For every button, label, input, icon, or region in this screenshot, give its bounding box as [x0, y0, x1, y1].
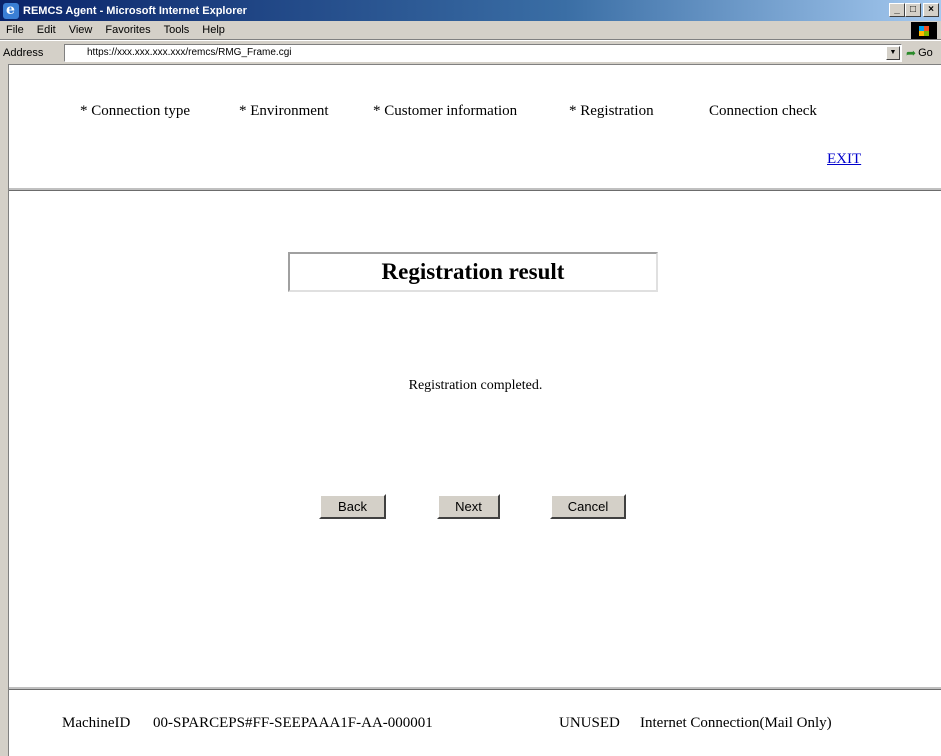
maximize-button[interactable]: □ — [905, 3, 921, 17]
step-registration: * Registration — [569, 103, 654, 119]
page-content: * Connection type * Environment * Custom… — [8, 64, 941, 756]
address-bar: Address https://xxx.xxx.xxx.xxx/remcs/RM… — [0, 40, 941, 64]
top-frame: * Connection type * Environment * Custom… — [9, 65, 941, 191]
connection-type-value: Internet Connection(Mail Only) — [640, 715, 832, 731]
window-title: REMCS Agent - Microsoft Internet Explore… — [23, 4, 247, 17]
menu-view[interactable]: View — [63, 24, 100, 36]
back-button[interactable]: Back — [319, 494, 386, 519]
windows-logo-icon — [911, 22, 937, 39]
step-connection-type: * Connection type — [80, 103, 190, 119]
address-input[interactable]: https://xxx.xxx.xxx.xxx/remcs/RMG_Frame.… — [64, 44, 902, 62]
machine-id-value: 00-SPARCEPS#FF-SEEPAAA1F-AA-000001 — [153, 715, 433, 731]
menu-help[interactable]: Help — [196, 24, 232, 36]
next-button[interactable]: Next — [437, 494, 500, 519]
menu-tools[interactable]: Tools — [158, 24, 197, 36]
menu-favorites[interactable]: Favorites — [99, 24, 157, 36]
connection-status: UNUSED — [559, 715, 620, 731]
step-connection-check: Connection check — [709, 103, 817, 119]
exit-link[interactable]: EXIT — [827, 151, 861, 168]
step-environment: * Environment — [239, 103, 329, 119]
go-arrow-icon: ➦ — [906, 46, 917, 60]
address-url: https://xxx.xxx.xxx.xxx/remcs/RMG_Frame.… — [87, 47, 292, 58]
go-button[interactable]: ➦ Go — [906, 46, 933, 60]
page-title: Registration result — [381, 259, 565, 284]
main-frame: Registration result Registration complet… — [9, 194, 941, 690]
go-label: Go — [918, 47, 933, 59]
heading-box: Registration result — [288, 252, 658, 292]
window-controls: _ □ × — [889, 3, 939, 17]
minimize-button[interactable]: _ — [889, 3, 905, 17]
menu-edit[interactable]: Edit — [31, 24, 63, 36]
close-button[interactable]: × — [923, 3, 939, 17]
step-customer-information: * Customer information — [373, 103, 518, 119]
dropdown-arrow-icon[interactable]: ▼ — [886, 46, 900, 60]
status-message: Registration completed. — [408, 378, 543, 393]
footer-frame: MachineID 00-SPARCEPS#FF-SEEPAAA1F-AA-00… — [9, 693, 941, 756]
cancel-button[interactable]: Cancel — [550, 494, 626, 519]
ie-app-icon — [3, 2, 19, 19]
menu-file[interactable]: File — [0, 24, 31, 36]
address-label: Address — [3, 46, 44, 59]
machine-id-label: MachineID — [62, 715, 131, 731]
window-title-bar[interactable]: REMCS Agent - Microsoft Internet Explore… — [0, 0, 941, 21]
menu-bar: File Edit View Favorites Tools Help — [0, 21, 941, 40]
